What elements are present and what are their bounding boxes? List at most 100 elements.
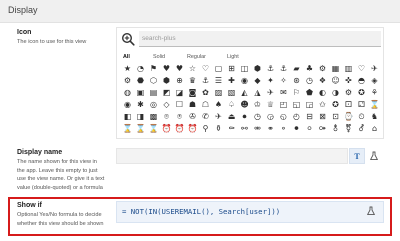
icon-option[interactable]: ⚦ xyxy=(355,123,368,135)
icon-option[interactable]: ⊡ xyxy=(329,111,342,123)
icon-option[interactable]: ✦ xyxy=(264,75,277,87)
icon-option[interactable]: ⚱ xyxy=(212,123,225,135)
icon-option[interactable]: ✜ xyxy=(342,75,355,87)
icon-option[interactable]: ⚐ xyxy=(290,87,303,99)
icon-option[interactable]: ⚙ xyxy=(316,63,329,75)
icon-option[interactable]: ✉ xyxy=(277,87,290,99)
text-mode-button[interactable]: T xyxy=(349,148,365,164)
icon-option[interactable]: ◮ xyxy=(251,87,264,99)
icon-option[interactable]: ♔ xyxy=(251,99,264,111)
icon-option[interactable]: ◶ xyxy=(264,111,277,123)
icon-option[interactable]: ⌛ xyxy=(121,123,134,135)
icon-option[interactable]: ♥ xyxy=(173,63,186,75)
icon-option[interactable]: ◰ xyxy=(277,99,290,111)
icon-option[interactable]: ☐ xyxy=(173,99,186,111)
icon-option[interactable]: ❖ xyxy=(316,75,329,87)
icon-option[interactable]: ⌛ xyxy=(147,123,160,135)
formula-mode-button[interactable] xyxy=(366,148,382,164)
icon-option[interactable]: ♠ xyxy=(212,99,225,111)
icon-option[interactable]: ⚩ xyxy=(316,123,329,135)
icon-option[interactable]: ⚯ xyxy=(238,123,251,135)
icon-option[interactable]: ✈ xyxy=(212,111,225,123)
icon-option[interactable]: ⌛ xyxy=(368,99,381,111)
icon-option[interactable]: ⚭ xyxy=(264,123,277,135)
icon-option[interactable]: ▤ xyxy=(147,87,160,99)
icon-option[interactable]: ◐ xyxy=(316,87,329,99)
icon-option[interactable]: ✿ xyxy=(199,87,212,99)
icon-option[interactable]: ⊟ xyxy=(303,111,316,123)
icon-option[interactable]: ☻ xyxy=(238,99,251,111)
formula-editor-button[interactable] xyxy=(364,204,378,218)
icon-option[interactable]: ⬡ xyxy=(147,75,160,87)
icon-option[interactable]: ♤ xyxy=(225,99,238,111)
icon-option[interactable]: ◆ xyxy=(251,75,264,87)
icon-option[interactable]: ✈ xyxy=(264,87,277,99)
icon-option[interactable]: ♡ xyxy=(355,63,368,75)
icon-option[interactable]: ⚧ xyxy=(342,123,355,135)
icon-option[interactable]: ◫ xyxy=(238,63,251,75)
icon-option[interactable]: ✈ xyxy=(368,63,381,75)
icon-option[interactable]: ◴ xyxy=(290,111,303,123)
icon-option[interactable]: ⚓ xyxy=(199,75,212,87)
icon-option[interactable]: ⚘ xyxy=(368,87,381,99)
icon-option[interactable]: ◍ xyxy=(121,87,134,99)
icon-option[interactable]: ✩ xyxy=(316,99,329,111)
icon-option[interactable]: ★ xyxy=(121,63,134,75)
icon-option[interactable]: ⚲ xyxy=(199,123,212,135)
icon-option[interactable]: ☰ xyxy=(212,75,225,87)
icon-option[interactable]: ⚪ xyxy=(303,123,316,135)
icon-search-input[interactable] xyxy=(141,33,377,44)
icon-option[interactable]: ⚓ xyxy=(264,63,277,75)
icon-option[interactable]: ▨ xyxy=(212,87,225,99)
display-name-input[interactable] xyxy=(116,148,348,164)
icon-option[interactable]: ✚ xyxy=(225,75,238,87)
icon-option[interactable]: ♥ xyxy=(160,63,173,75)
icon-option[interactable]: ☗ xyxy=(186,99,199,111)
section-header[interactable]: Display xyxy=(0,0,400,23)
icon-option[interactable]: ⏰ xyxy=(160,123,173,135)
icon-option[interactable]: ⚁ xyxy=(355,99,368,111)
icon-option[interactable]: ◧ xyxy=(121,111,134,123)
icon-option[interactable]: ◱ xyxy=(290,99,303,111)
icon-option[interactable]: ⌂ xyxy=(368,123,381,135)
icon-option[interactable]: ◉ xyxy=(238,75,251,87)
icon-option[interactable]: ⚨ xyxy=(329,123,342,135)
icon-option[interactable]: ◩ xyxy=(160,87,173,99)
icon-option[interactable]: ⚮ xyxy=(251,123,264,135)
icon-option[interactable]: ◔ xyxy=(134,63,147,75)
icon-option[interactable]: ⌛ xyxy=(134,123,147,135)
icon-option[interactable]: ⊞ xyxy=(225,63,238,75)
icon-option[interactable]: ✧ xyxy=(277,75,290,87)
icon-option[interactable]: ◑ xyxy=(329,87,342,99)
icon-option[interactable]: ⊠ xyxy=(316,111,329,123)
filter-regular[interactable]: Regular xyxy=(187,54,206,60)
icon-option[interactable]: ◙ xyxy=(186,87,199,99)
icon-option[interactable]: ▩ xyxy=(147,111,160,123)
icon-option[interactable]: ⌾ xyxy=(160,111,173,123)
icon-option[interactable]: ◲ xyxy=(303,99,316,111)
icon-option[interactable]: ⚓ xyxy=(277,63,290,75)
icon-option[interactable]: ⚙ xyxy=(121,75,134,87)
icon-option[interactable]: ⬟ xyxy=(303,87,316,99)
icon-option[interactable]: ♡ xyxy=(199,63,212,75)
icon-option[interactable]: ▰ xyxy=(290,63,303,75)
icon-option[interactable]: ⚰ xyxy=(225,123,238,135)
icon-option[interactable]: ◇ xyxy=(160,99,173,111)
icon-option[interactable]: ✪ xyxy=(355,87,368,99)
icon-option[interactable]: ⬢ xyxy=(160,75,173,87)
icon-option[interactable]: ◷ xyxy=(251,111,264,123)
icon-option[interactable]: ⏺ xyxy=(238,111,251,123)
icon-option[interactable]: ⚑ xyxy=(147,63,160,75)
icon-option[interactable]: ⚫ xyxy=(290,123,303,135)
icon-option[interactable]: ⏲ xyxy=(355,111,368,123)
icon-option[interactable]: ▢ xyxy=(212,63,225,75)
icon-option[interactable]: ⊛ xyxy=(290,75,303,87)
icon-option[interactable]: ◭ xyxy=(238,87,251,99)
icon-option[interactable]: ⬢ xyxy=(251,63,264,75)
filter-all[interactable]: All xyxy=(123,54,130,60)
icon-option[interactable]: ⚀ xyxy=(342,99,355,111)
icon-option[interactable]: ♞ xyxy=(368,111,381,123)
icon-option[interactable]: ◨ xyxy=(134,111,147,123)
icon-option[interactable]: ⏏ xyxy=(225,111,238,123)
icon-option[interactable]: ☺ xyxy=(329,75,342,87)
